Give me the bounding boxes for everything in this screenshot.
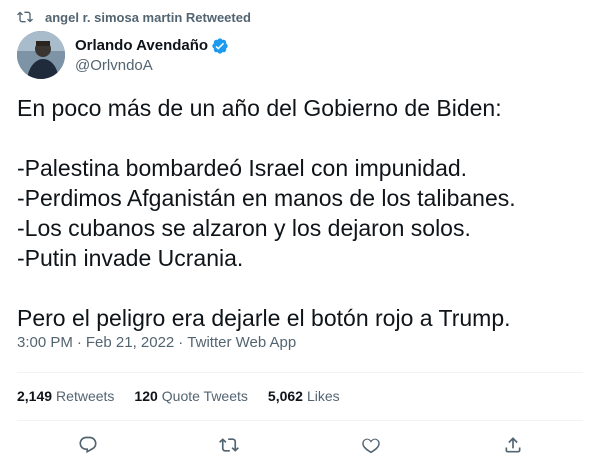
retweet-icon [219, 438, 239, 452]
tweet-text: En poco más de un año del Gobierno de Bi… [17, 93, 587, 333]
tweet-line [17, 273, 587, 303]
share-button[interactable] [501, 433, 525, 457]
tweet-line: -Perdimos Afganistán en manos de los tal… [17, 185, 516, 211]
tweet-line [17, 123, 587, 153]
author-display-name[interactable]: Orlando Avendaño [75, 37, 208, 54]
share-icon [505, 437, 521, 453]
tweet-stats: 2,149 Retweets 120 Quote Tweets 5,062 Li… [17, 388, 360, 404]
likes-label: Likes [306, 388, 340, 404]
like-icon [362, 438, 380, 454]
tweet-date[interactable]: Feb 21, 2022 [86, 334, 174, 351]
retweet-context-text: angel r. simosa martin Retweeted [45, 9, 251, 25]
meta-separator: · [178, 334, 184, 351]
tweet-line: Pero el peligro era dejarle el botón roj… [17, 305, 511, 331]
verified-badge-icon [212, 37, 228, 54]
author-handle[interactable]: @OrlvndoA [75, 57, 229, 74]
retweet-small-icon [17, 11, 33, 23]
divider [17, 372, 583, 373]
like-button[interactable] [359, 433, 383, 457]
tweet-meta: 3:00 PM · Feb 21, 2022 · Twitter Web App [17, 334, 296, 351]
likes-stat[interactable]: 5,062 Likes [268, 388, 340, 404]
divider [17, 420, 583, 421]
reply-icon [79, 436, 97, 454]
avatar-image [17, 31, 65, 79]
retweet-button[interactable] [217, 433, 241, 457]
quote-tweets-label: Quote Tweets [161, 388, 248, 404]
tweet-line: -Palestina bombardeó Israel con impunida… [17, 155, 468, 181]
tweet-actions [17, 425, 583, 465]
tweet-time[interactable]: 3:00 PM [17, 334, 73, 351]
retweets-count: 2,149 [17, 388, 53, 404]
reply-button[interactable] [76, 433, 100, 457]
tweet-author: Orlando Avendaño @OrlvndoA [17, 31, 229, 79]
meta-separator: · [76, 334, 82, 351]
retweet-context[interactable]: angel r. simosa martin Retweeted [17, 8, 251, 26]
tweet-source[interactable]: Twitter Web App [187, 334, 296, 351]
tweet-line: En poco más de un año del Gobierno de Bi… [17, 95, 502, 121]
retweets-stat[interactable]: 2,149 Retweets [17, 388, 114, 404]
avatar[interactable] [17, 31, 65, 79]
tweet-line: -Putin invade Ucrania. [17, 245, 244, 271]
quote-tweets-stat[interactable]: 120 Quote Tweets [134, 388, 248, 404]
likes-count: 5,062 [267, 388, 303, 404]
quote-tweets-count: 120 [134, 388, 158, 404]
retweets-label: Retweets [56, 388, 115, 404]
tweet-line: -Los cubanos se alzaron y los dejaron so… [17, 215, 471, 241]
